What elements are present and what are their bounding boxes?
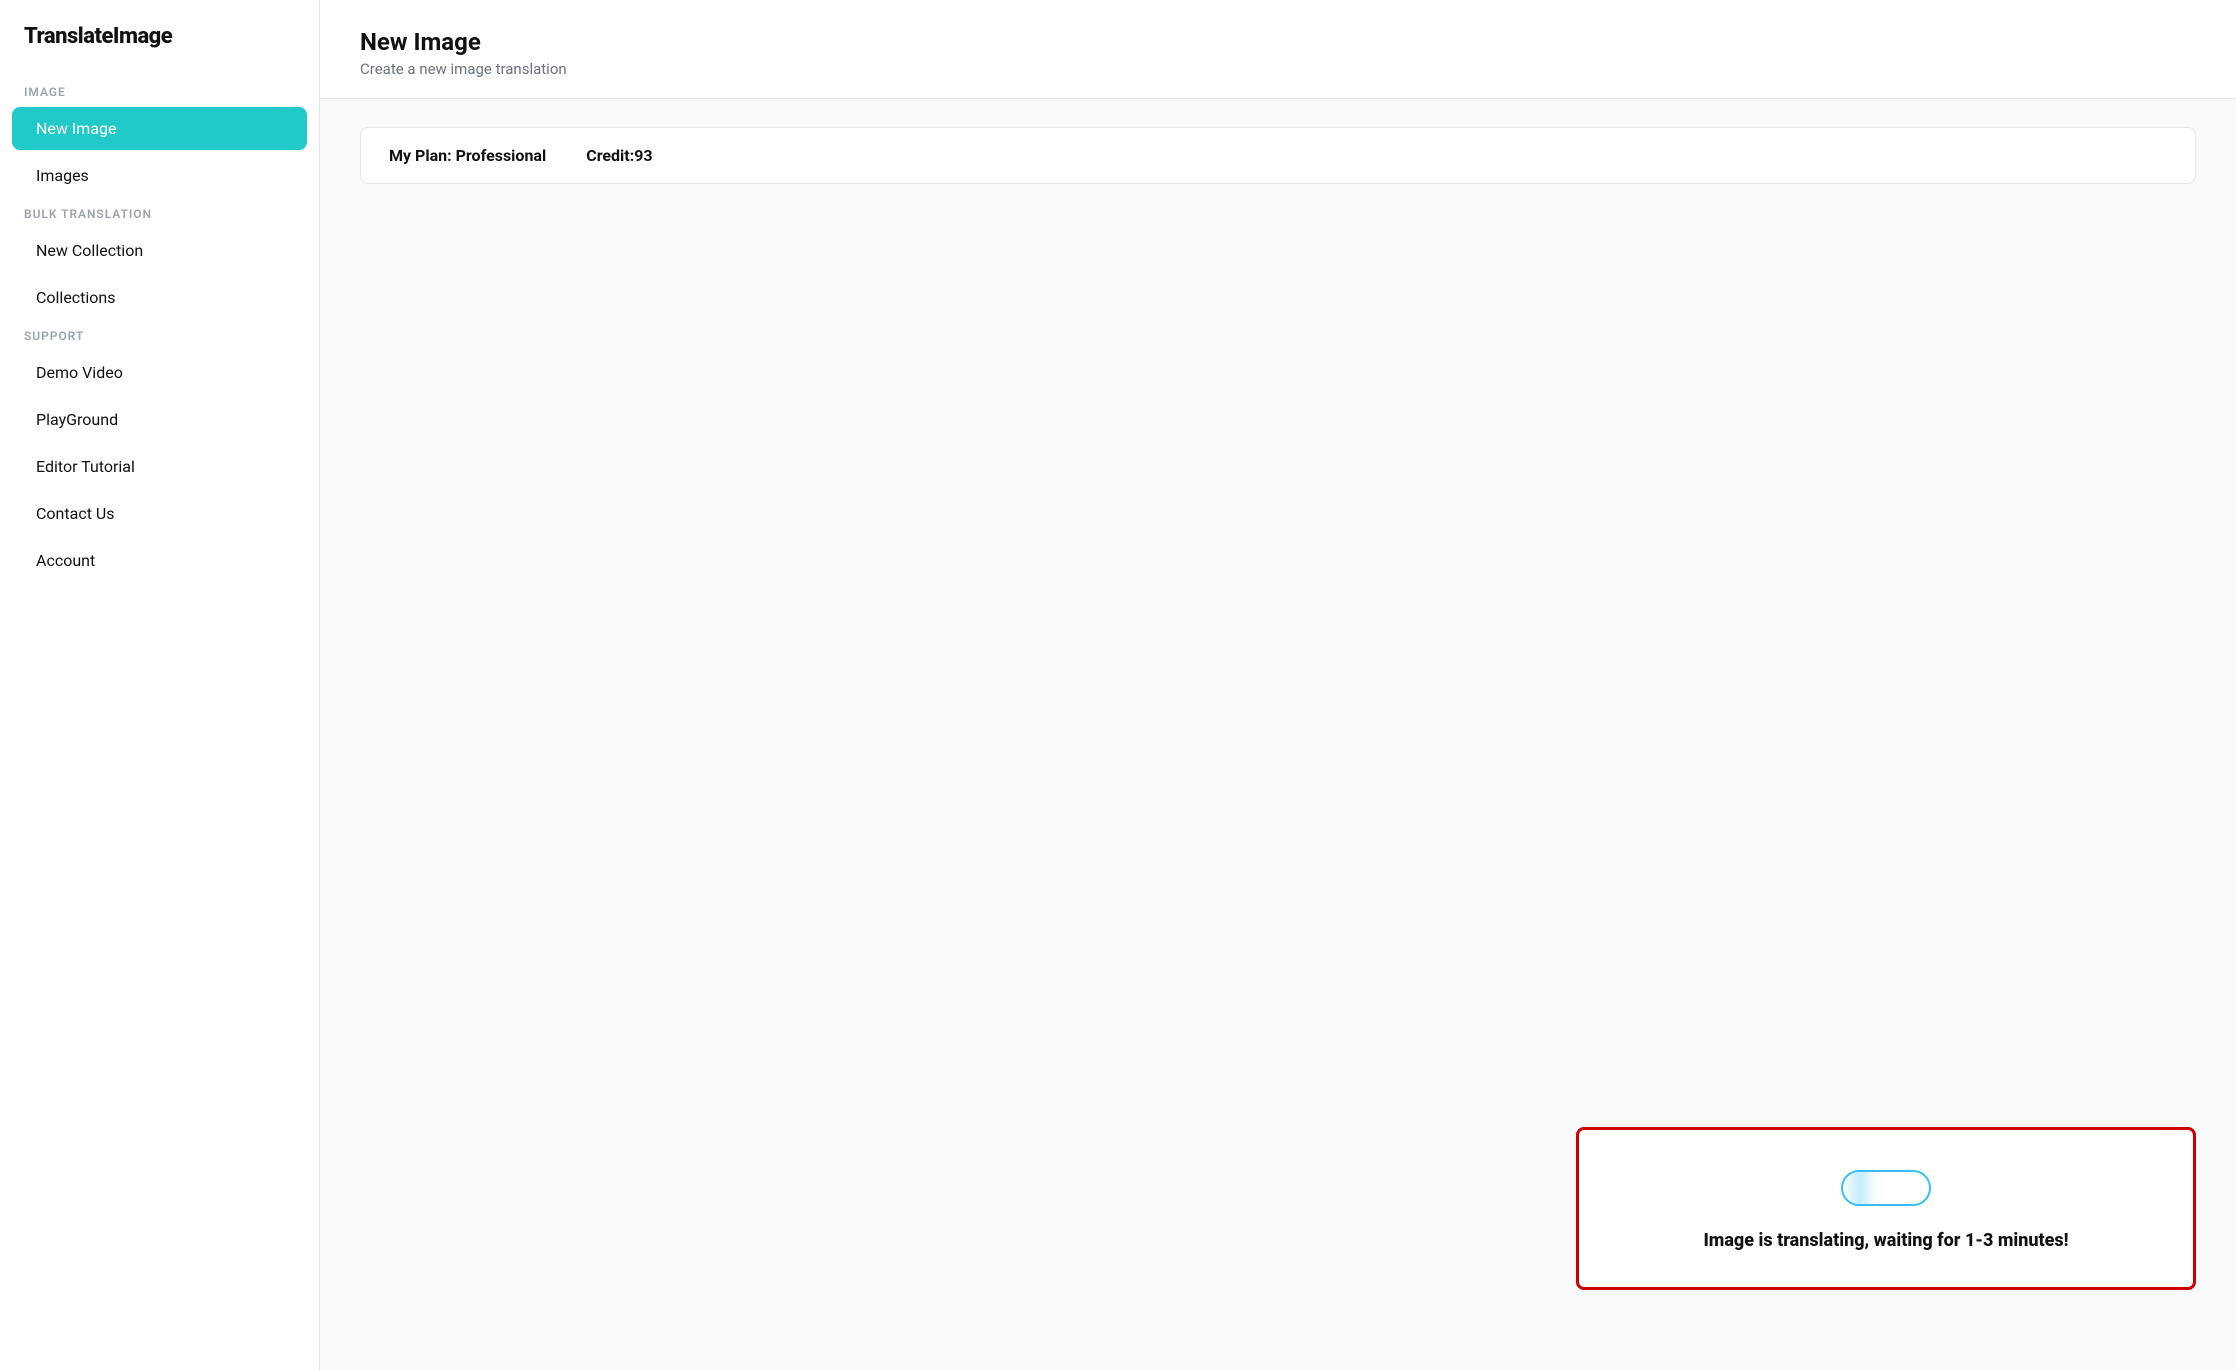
sidebar: TranslateImage IMAGE New Image Images BU… (0, 0, 320, 1370)
sidebar-item-images[interactable]: Images (12, 154, 307, 197)
main-content: New Image Create a new image translation… (320, 0, 2236, 1370)
sidebar-item-account[interactable]: Account (12, 539, 307, 582)
sidebar-item-collections[interactable]: Collections (12, 276, 307, 319)
sidebar-section-bulk: BULK TRANSLATION (0, 199, 319, 227)
page-subtitle: Create a new image translation (360, 60, 2196, 78)
sidebar-section-image: IMAGE (0, 77, 319, 105)
sidebar-item-new-collection[interactable]: New Collection (12, 229, 307, 272)
plan-bar: My Plan: Professional Credit:93 (360, 127, 2196, 184)
page-header: New Image Create a new image translation (320, 0, 2236, 99)
translation-status-box: Image is translating, waiting for 1-3 mi… (1576, 1127, 2196, 1290)
sidebar-item-editor-tutorial[interactable]: Editor Tutorial (12, 445, 307, 488)
credit-label: Credit:93 (586, 146, 652, 165)
loading-indicator (1841, 1170, 1931, 1206)
app-logo: TranslateImage (0, 24, 319, 77)
page-title: New Image (360, 28, 2196, 56)
translation-status-wrapper: Image is translating, waiting for 1-3 mi… (1576, 1127, 2196, 1290)
sidebar-item-contact-us[interactable]: Contact Us (12, 492, 307, 535)
sidebar-section-support: SUPPORT (0, 321, 319, 349)
main-body: My Plan: Professional Credit:93 Image is… (320, 99, 2236, 1370)
sidebar-item-playground[interactable]: PlayGround (12, 398, 307, 441)
translation-status-message: Image is translating, waiting for 1-3 mi… (1703, 1230, 2068, 1251)
sidebar-item-demo-video[interactable]: Demo Video (12, 351, 307, 394)
plan-label: My Plan: Professional (389, 146, 546, 165)
sidebar-item-new-image[interactable]: New Image (12, 107, 307, 150)
